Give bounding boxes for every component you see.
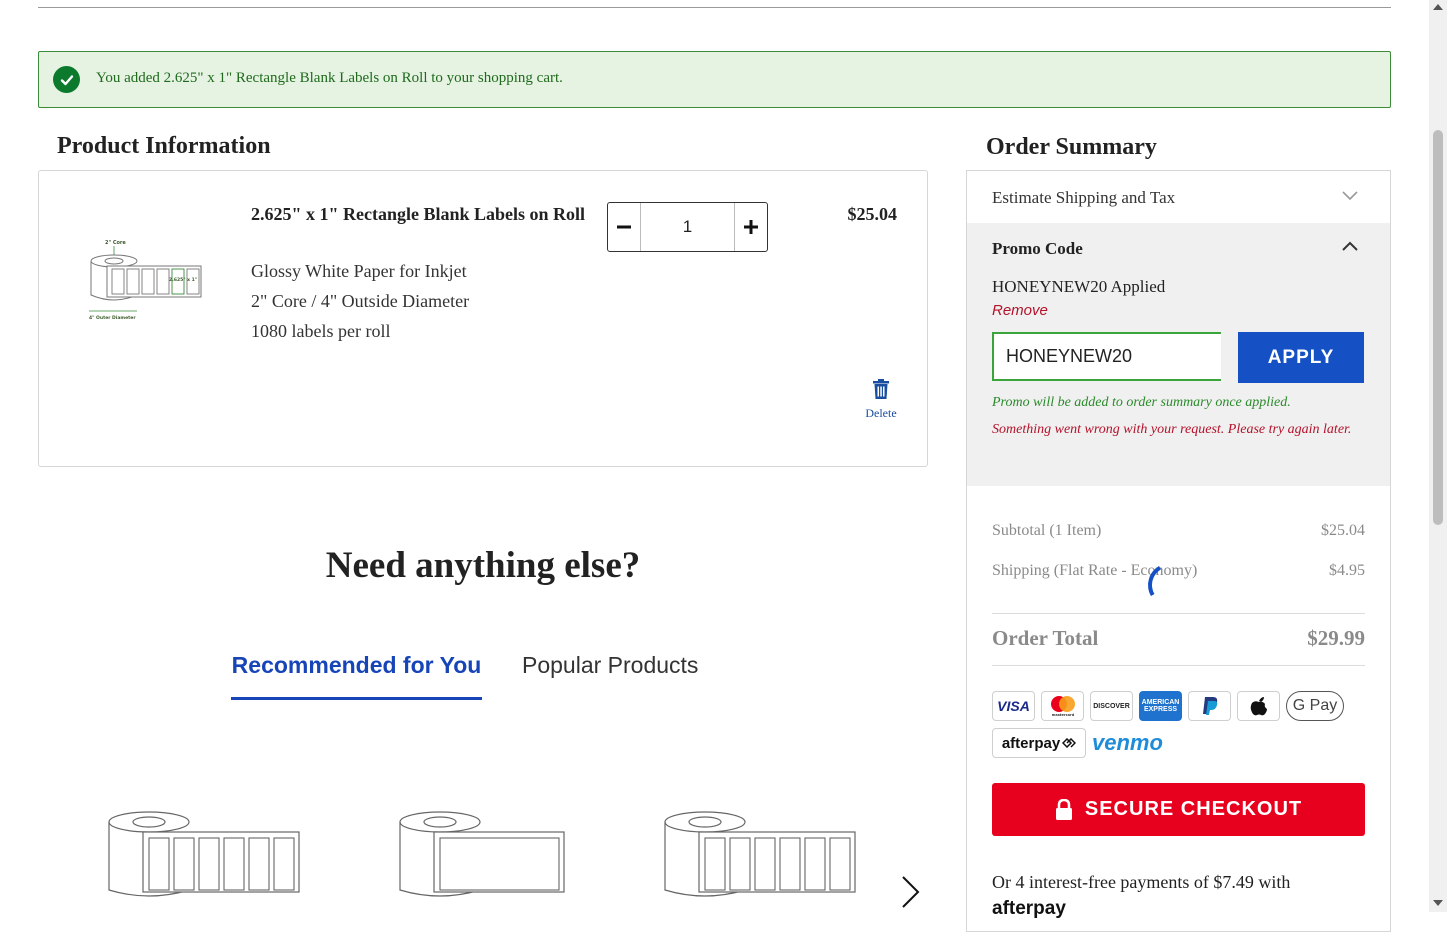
afterpay-icon: afterpay bbox=[992, 728, 1086, 758]
tab-recommended-for-you[interactable]: Recommended for You bbox=[231, 652, 482, 679]
minus-icon bbox=[617, 225, 631, 229]
recommended-product-image-1[interactable] bbox=[107, 806, 302, 898]
recommended-product-image-2[interactable] bbox=[398, 806, 568, 898]
page-scrollbar[interactable] bbox=[1429, 0, 1447, 912]
quantity-input[interactable]: 1 bbox=[640, 203, 735, 251]
installments-afterpay-logo: afterpay bbox=[992, 898, 1066, 919]
secure-checkout-label: SECURE CHECKOUT bbox=[1084, 798, 1303, 820]
chevron-down-icon bbox=[1342, 191, 1358, 201]
afterpay-wordmark: afterpay bbox=[1001, 734, 1061, 752]
paypal-icon bbox=[1188, 691, 1231, 721]
svg-text:mastercard: mastercard bbox=[1051, 713, 1074, 717]
carousel-next-arrow-icon[interactable] bbox=[898, 874, 922, 910]
image-label-size: 2.625" x 1" bbox=[169, 277, 197, 283]
promo-applied-text: HONEYNEW20 Applied bbox=[992, 277, 1166, 296]
recommended-product-image-3[interactable] bbox=[663, 806, 858, 898]
increase-quantity-button[interactable] bbox=[735, 203, 767, 251]
subtotal-row: Subtotal (1 Item) $25.04 bbox=[992, 522, 1365, 540]
product-spec-material: Glossy White Paper for Inkjet bbox=[251, 261, 467, 281]
order-summary-heading: Order Summary bbox=[986, 134, 1157, 160]
decrease-quantity-button[interactable] bbox=[608, 203, 640, 251]
scrollbar-thumb[interactable] bbox=[1433, 130, 1443, 525]
subtotal-label: Subtotal (1 Item) bbox=[992, 522, 1102, 539]
checkmark-circle-icon bbox=[53, 66, 80, 93]
product-title-link[interactable]: 2.625" x 1" Rectangle Blank Labels on Ro… bbox=[251, 201, 591, 227]
top-divider bbox=[38, 7, 1391, 8]
discover-icon: DISCOVER bbox=[1090, 691, 1133, 721]
need-anything-else-heading: Need anything else? bbox=[325, 545, 641, 586]
scroll-up-arrow-icon[interactable] bbox=[1433, 4, 1443, 10]
tab-popular-products[interactable]: Popular Products bbox=[522, 652, 698, 679]
order-total-label: Order Total bbox=[992, 626, 1099, 650]
payment-methods-row: VISA mastercard DISCOVER AMERICAN EXPRES… bbox=[992, 691, 1344, 721]
venmo-icon: venmo bbox=[1092, 728, 1163, 758]
promo-info-note: Promo will be added to order summary onc… bbox=[992, 395, 1291, 410]
installments-text: Or 4 interest-free payments of $7.49 wit… bbox=[992, 872, 1291, 892]
active-tab-indicator bbox=[231, 697, 482, 700]
trash-icon bbox=[873, 379, 889, 399]
product-spec-core: 2" Core / 4" Outside Diameter bbox=[251, 291, 470, 311]
visa-icon: VISA bbox=[992, 691, 1035, 721]
product-information-heading: Product Information bbox=[57, 133, 271, 159]
google-pay-icon: G Pay bbox=[1286, 691, 1344, 721]
order-total-row: Order Total $29.99 bbox=[992, 626, 1365, 651]
scroll-down-arrow-icon[interactable] bbox=[1433, 900, 1443, 906]
promo-code-section: Promo Code HONEYNEW20 Applied Remove APP… bbox=[967, 223, 1390, 486]
apply-promo-button[interactable]: APPLY bbox=[1238, 332, 1364, 383]
lock-icon bbox=[1055, 798, 1072, 820]
order-summary-panel: Estimate Shipping and Tax Promo Code HON… bbox=[966, 170, 1391, 932]
item-price: $25.04 bbox=[847, 204, 898, 224]
mastercard-icon: mastercard bbox=[1041, 691, 1084, 721]
summary-divider bbox=[992, 613, 1365, 614]
order-total-value: $29.99 bbox=[1307, 626, 1365, 650]
image-label-outer: 4" Outer Diameter bbox=[89, 315, 136, 321]
remove-promo-link[interactable]: Remove bbox=[992, 302, 1048, 319]
cart-item-card: 2" Core 2.625" x 1" 4" Outer Diameter 2.… bbox=[38, 170, 928, 467]
plus-icon bbox=[744, 220, 758, 234]
estimate-shipping-toggle[interactable]: Estimate Shipping and Tax bbox=[967, 171, 1390, 223]
product-spec-quantity: 1080 labels per roll bbox=[251, 321, 391, 341]
chevron-up-icon[interactable] bbox=[1342, 241, 1358, 251]
product-thumbnail-image[interactable]: 2" Core 2.625" x 1" 4" Outer Diameter bbox=[85, 233, 205, 325]
amex-icon: AMERICAN EXPRESS bbox=[1139, 691, 1182, 721]
secure-checkout-button[interactable]: SECURE CHECKOUT bbox=[992, 783, 1365, 836]
estimate-shipping-label: Estimate Shipping and Tax bbox=[992, 188, 1176, 207]
summary-divider bbox=[992, 665, 1365, 666]
promo-code-input[interactable] bbox=[992, 332, 1221, 381]
quantity-stepper: 1 bbox=[607, 202, 768, 252]
image-label-core: 2" Core bbox=[105, 240, 126, 246]
promo-error-message: Something went wrong with your request. … bbox=[992, 422, 1352, 437]
success-message-text: You added 2.625" x 1" Rectangle Blank La… bbox=[96, 70, 563, 86]
delete-item-button[interactable]: Delete bbox=[861, 379, 901, 421]
success-message-banner: You added 2.625" x 1" Rectangle Blank La… bbox=[38, 51, 1391, 108]
apple-pay-icon bbox=[1237, 691, 1280, 721]
subtotal-value: $25.04 bbox=[1321, 522, 1365, 539]
shipping-value: $4.95 bbox=[1329, 562, 1365, 579]
payment-methods-row-2: afterpay venmo bbox=[992, 728, 1163, 758]
delete-label: Delete bbox=[865, 406, 897, 420]
promo-code-title[interactable]: Promo Code bbox=[992, 239, 1083, 259]
